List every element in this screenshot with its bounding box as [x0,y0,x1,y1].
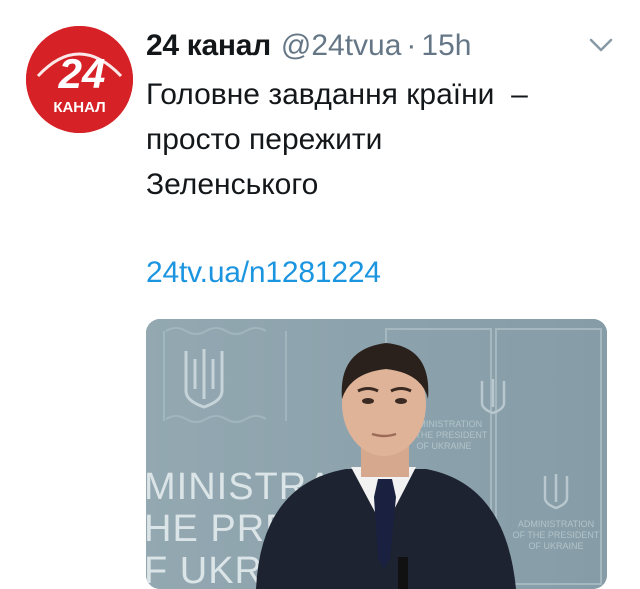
tweet-menu-button[interactable] [588,36,614,54]
tweet-link[interactable]: 24tv.ua/n1281224 [146,256,381,290]
backdrop-text: ADMINISTRATION [518,519,594,529]
tweet-timestamp[interactable]: 15h [421,29,471,63]
avatar-label: КАНАЛ [53,99,105,116]
author-name[interactable]: 24 канал [146,29,271,63]
avatar[interactable]: 24 КАНАЛ [26,26,133,133]
backdrop-text: OF UKRAINE [416,441,471,451]
author-handle[interactable]: @24tvua [281,29,402,63]
backdrop-text: OF UKRAINE [528,541,583,551]
backdrop-text: OF THE PRESIDENT [513,530,600,540]
tweet-header: 24 канал @24tvua · 15h [146,26,586,66]
avatar-number: 24 [58,50,106,97]
tweet-text: Головне завдання країни – просто пережит… [146,78,528,201]
tweet-media-image[interactable]: ADMINISTRATION OF THE PRESIDENT OF UKRAI… [146,319,607,589]
separator-dot: · [406,29,417,62]
chevron-down-icon [589,38,613,52]
